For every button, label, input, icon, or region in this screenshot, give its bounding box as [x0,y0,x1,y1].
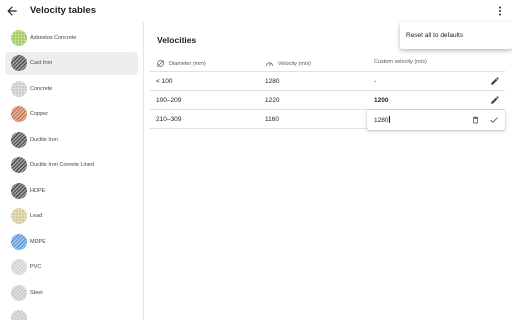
edit-pencil-icon[interactable] [490,76,500,86]
sidebar-item-label: Cast Iron [30,60,53,66]
sidebar-item[interactable]: Lead [5,205,138,228]
table-header: Diameter (mm) Velocity (m/s) Custom velo… [150,54,505,72]
sidebar-item[interactable]: Ductile Iron Conrete Lined [5,154,138,177]
text-caret [388,116,390,123]
sidebar-item[interactable]: Copper [5,103,138,126]
table-row: 100–209 1220 1200 [150,91,505,110]
diameter-cell: 100–209 [156,97,182,104]
edit-pencil-icon[interactable] [490,95,500,105]
velocity-cell: 1280 [265,78,280,85]
material-sidebar: Asbestos Concrete Cast Iron Concrete Copper… [0,22,144,320]
confirm-check-icon[interactable] [489,115,499,125]
diameter-icon [157,60,164,67]
sidebar-item[interactable]: PVC [5,256,138,279]
delete-icon[interactable] [471,115,480,125]
diameter-cell: 210–309 [156,116,182,123]
velocity-cell: 1220 [265,97,280,104]
main-panel: Velocities Diameter (mm) Velocity (m/s) … [144,22,512,320]
diameter-cell: < 100 [156,78,173,85]
column-header-diameter-label: Diameter (mm) [169,60,206,67]
material-swatch-icon [11,208,27,224]
table-row: < 100 1280 - [150,72,505,91]
sidebar-item[interactable] [5,307,138,320]
custom-velocity-cell: 1200 [374,97,389,104]
material-swatch-icon [11,131,27,148]
reset-all-menu-item[interactable]: Reset all to defaults [406,32,463,39]
sidebar-item-label: Asbestos Concrete [30,34,77,41]
custom-velocity-input[interactable]: 1280 [374,116,390,124]
material-swatch-icon [11,55,27,71]
sidebar-item-label: Copper [30,111,49,117]
column-header-velocity: Velocity (m/s) [265,59,311,68]
column-header-custom-label: Custom velocity (m/s) [374,59,427,65]
sidebar-item[interactable]: Concrete [5,77,138,100]
more-vert-icon[interactable] [494,4,506,18]
sidebar-item-label: Steel [30,289,43,296]
custom-velocity-editor[interactable]: 1280 [367,110,505,130]
sidebar-item-label: Concrete [30,85,53,92]
sidebar-item[interactable]: HDPE [5,179,138,202]
material-swatch-icon [11,29,27,46]
back-arrow-icon[interactable] [5,4,19,18]
sidebar-item[interactable]: MDPE [5,230,138,253]
custom-velocity-input-value: 1280 [374,117,389,124]
material-swatch-icon [11,233,27,250]
sidebar-item-label: Lead [30,213,43,219]
column-header-velocity-label: Velocity (m/s) [278,60,312,67]
material-swatch-icon [11,310,27,320]
velocity-cell: 1160 [265,116,279,123]
material-swatch-icon [11,80,27,97]
custom-velocity-cell: - [374,78,377,85]
section-title: Velocities [157,35,197,45]
sidebar-item[interactable]: Cast Iron [5,51,138,75]
app-bar: Velocity tables [0,0,512,22]
column-header-diameter: Diameter (mm) [156,59,206,68]
page-title: Velocity tables [30,5,97,16]
sidebar-item[interactable]: Asbestos Concrete [5,26,138,49]
material-swatch-icon [11,157,27,173]
sidebar-item-label: MDPE [30,238,46,245]
sidebar-item[interactable]: Ductile Iron [5,128,138,151]
material-swatch-icon [11,182,27,199]
sidebar-item-label: Ductile Iron [30,136,58,143]
column-header-custom: Custom velocity (m/s) [374,59,427,65]
sidebar-item[interactable]: Steel [5,281,138,304]
material-swatch-icon [11,284,27,301]
speedometer-icon [266,62,273,66]
sidebar-item-label: Ductile Iron Conrete Lined [30,162,94,168]
material-swatch-icon [11,106,27,122]
material-swatch-icon [11,259,27,275]
sidebar-item-label: PVC [30,264,42,270]
sidebar-item-label: HDPE [30,187,46,194]
overflow-menu: Reset all to defaults [400,22,512,49]
